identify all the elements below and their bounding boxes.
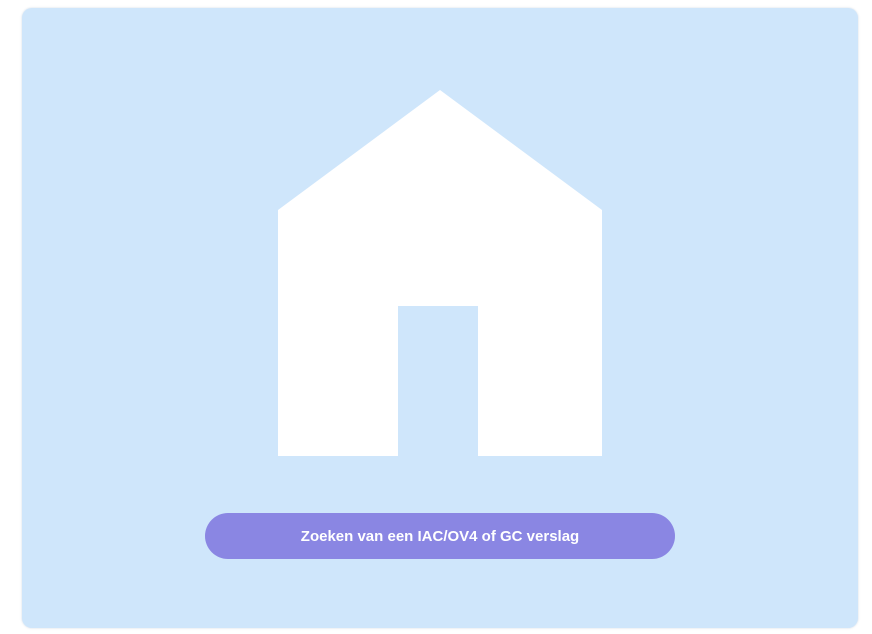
house-icon [278,90,602,456]
search-report-button[interactable]: Zoeken van een IAC/OV4 of GC verslag [205,513,675,559]
home-card: Zoeken van een IAC/OV4 of GC verslag [22,8,858,628]
